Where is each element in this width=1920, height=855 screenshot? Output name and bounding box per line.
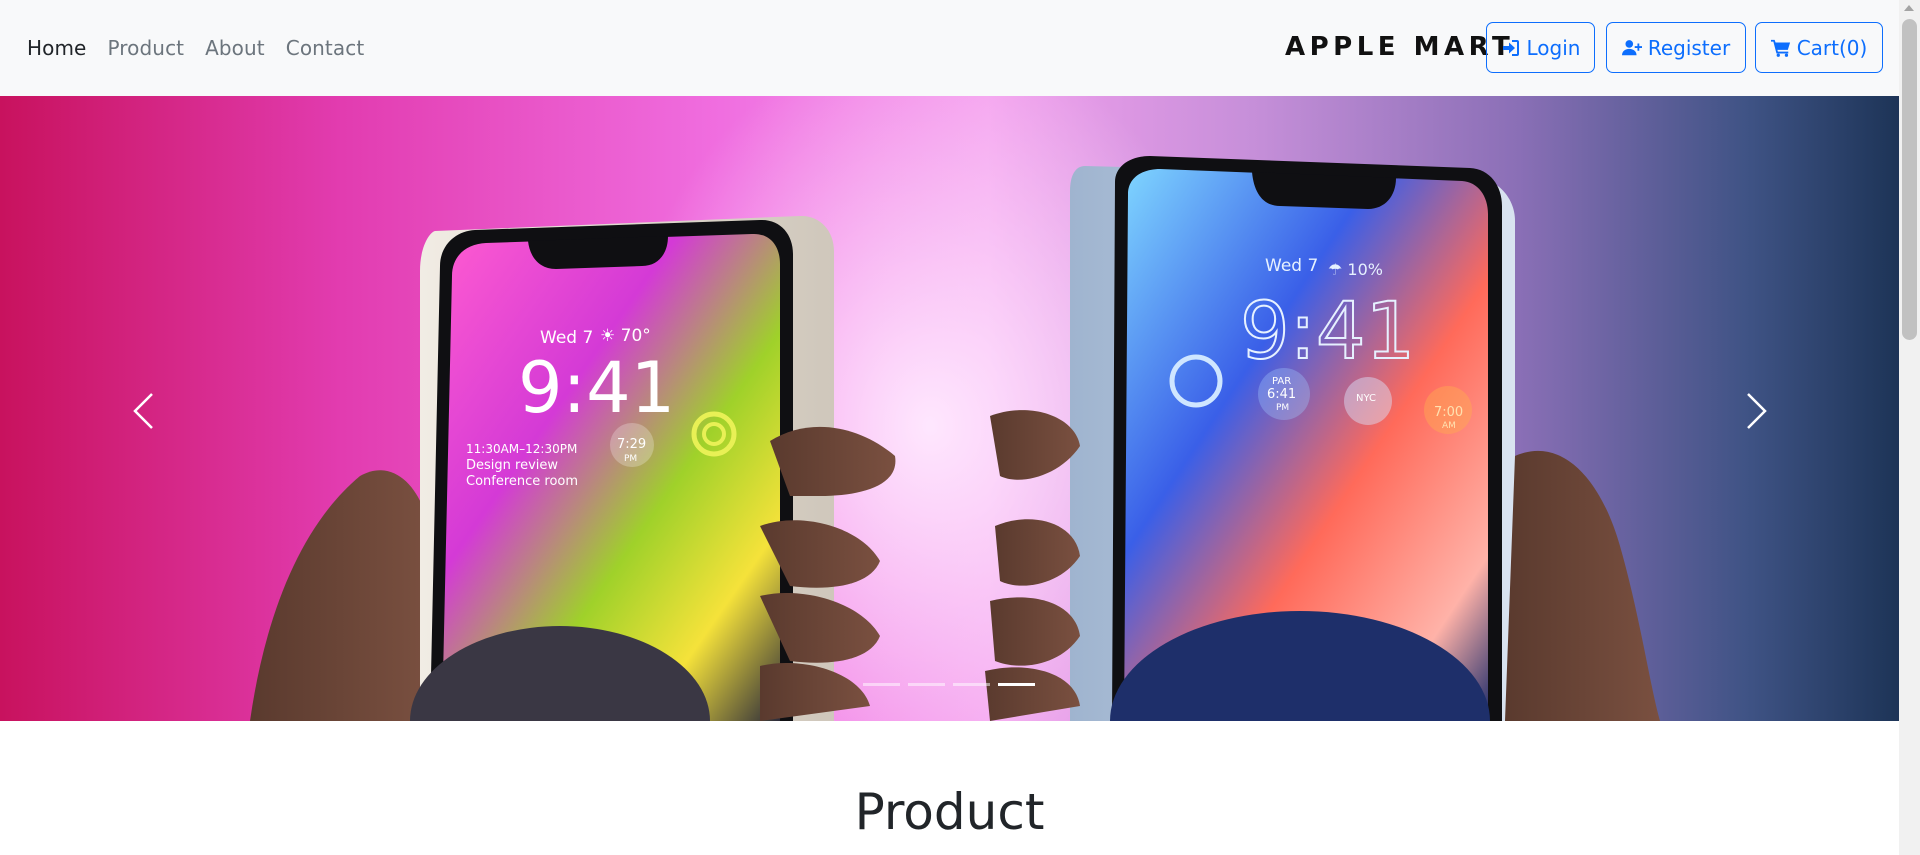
phone-left-widget-time: 7:29 xyxy=(617,437,646,452)
carousel-prev-button[interactable] xyxy=(123,386,163,436)
nav-link-home[interactable]: Home xyxy=(27,36,86,60)
phone-left-event-location: Conference room xyxy=(466,474,578,489)
scroll-up-arrow-icon[interactable] xyxy=(1904,5,1914,11)
register-button[interactable]: Register xyxy=(1606,22,1746,73)
carousel-indicator-1[interactable] xyxy=(863,683,900,686)
phone-right-date: Wed 7 xyxy=(1265,256,1318,276)
nav-links: Home Product About Contact xyxy=(27,36,385,60)
nav-link-product[interactable]: Product xyxy=(107,36,184,60)
register-label: Register xyxy=(1647,35,1731,60)
phone-left-time: 9:41 xyxy=(518,347,675,429)
cart-button[interactable]: Cart(0) xyxy=(1755,22,1883,73)
phone-right-time: 9:41 xyxy=(1240,287,1415,377)
phone-left-weather: ☀ 70° xyxy=(600,326,651,346)
carousel-indicator-4[interactable] xyxy=(998,683,1035,686)
navbar: Home Product About Contact APPLE MART Lo… xyxy=(0,0,1899,96)
hero-carousel: Wed 7 ☀ 70° 9:41 11:30AM–12:30PM Design … xyxy=(0,96,1899,721)
phone-right-widget-city-ampm: PM xyxy=(1276,403,1289,413)
brand-logo[interactable]: APPLE MART xyxy=(1285,32,1514,62)
chevron-right-icon xyxy=(1747,393,1767,429)
hero-image: Wed 7 ☀ 70° 9:41 11:30AM–12:30PM Design … xyxy=(250,156,1660,721)
sign-in-icon xyxy=(1502,39,1519,56)
login-label: Login xyxy=(1526,35,1581,60)
section-title: Product xyxy=(854,783,1045,841)
phone-left-widget-ampm: PM xyxy=(624,454,637,464)
phone-left-event-time: 11:30AM–12:30PM xyxy=(466,442,577,456)
carousel-indicators xyxy=(863,683,1035,686)
phone-right-widget-alarm: 7:00 xyxy=(1434,405,1463,420)
phone-right-widget-clock: NYC xyxy=(1356,393,1376,404)
phone-right-widget-city-time: 6:41 xyxy=(1267,387,1296,402)
scrollbar-thumb[interactable] xyxy=(1902,19,1917,340)
nav-link-about[interactable]: About xyxy=(205,36,265,60)
phone-right-weather: ☂ 10% xyxy=(1328,260,1383,279)
carousel-indicator-3[interactable] xyxy=(953,683,990,686)
login-button[interactable]: Login xyxy=(1486,22,1595,73)
cart-label: Cart(0) xyxy=(1796,35,1868,60)
page-scrollbar[interactable] xyxy=(1899,0,1920,855)
carousel-next-button[interactable] xyxy=(1737,386,1777,436)
phone-right-widget-alarm-ampm: AM xyxy=(1442,421,1456,431)
user-plus-icon xyxy=(1621,39,1642,55)
phone-left-date: Wed 7 xyxy=(540,328,593,348)
chevron-left-icon xyxy=(133,393,153,429)
phone-left-event-title: Design review xyxy=(466,458,558,473)
carousel-indicator-2[interactable] xyxy=(908,683,945,686)
nav-link-contact[interactable]: Contact xyxy=(286,36,365,60)
shopping-cart-icon xyxy=(1770,39,1790,57)
phone-right-widget-city: PAR xyxy=(1272,376,1291,387)
